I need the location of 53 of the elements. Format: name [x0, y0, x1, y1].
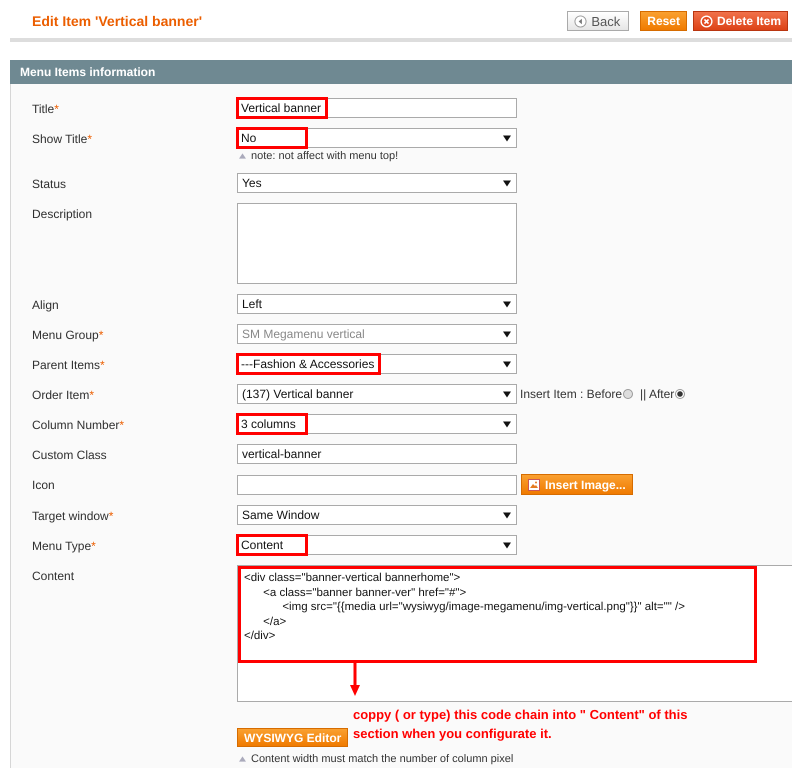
dropdown-arrow-icon	[503, 361, 511, 368]
dropdown-arrow-icon	[503, 180, 511, 187]
field-label: Parent Items*	[32, 358, 105, 372]
field-label: Icon	[32, 478, 55, 492]
field-label: Title*	[32, 102, 59, 116]
content-editor[interactable]: <div class="banner-vertical bannerhome"> <a class="banner banner-ver" href="#"> <img src="{{media url="wysiwyg/image-megamenu/img-vertical.png"}}" alt="" /> </a> </div>	[237, 565, 792, 702]
dropdown-arrow-icon	[503, 135, 511, 142]
radio-button[interactable]	[623, 389, 634, 399]
field-label: Menu Type*	[32, 539, 96, 553]
field-label: Status	[32, 177, 66, 191]
note-icon	[239, 153, 246, 159]
annotation-arrow	[349, 661, 361, 697]
textarea-field[interactable]	[237, 203, 517, 284]
dropdown-arrow-icon	[503, 512, 511, 519]
field-label: Custom Class	[32, 448, 107, 462]
dropdown-arrow-icon	[503, 421, 511, 428]
close-icon	[700, 14, 713, 28]
radio-label: Insert Item : Before	[520, 387, 622, 401]
note-icon	[239, 756, 246, 762]
select-field[interactable]: Left	[237, 294, 517, 314]
field-label: Menu Group*	[32, 328, 104, 342]
radio-label: || After	[640, 387, 674, 401]
select-field[interactable]: Same Window	[237, 505, 517, 525]
input-field[interactable]: vertical-banner	[237, 444, 517, 464]
select-field[interactable]: 3 columns	[237, 414, 517, 434]
field-label: Show Title*	[32, 132, 92, 146]
image-icon	[528, 478, 540, 490]
dropdown-arrow-icon	[503, 542, 511, 549]
section-header: Menu Items information	[10, 60, 792, 84]
field-label: Order Item*	[32, 388, 94, 402]
page-title: Edit Item 'Vertical banner'	[32, 13, 202, 29]
dropdown-arrow-icon	[503, 391, 511, 398]
annotation-text: coppy ( or type) this code chain into " Content" of this section when you configurate it.	[353, 706, 688, 743]
back-icon	[574, 14, 588, 28]
select-field[interactable]: Yes	[237, 173, 517, 193]
field-label: Description	[32, 207, 92, 221]
radio-button[interactable]	[675, 389, 686, 399]
field-note: Content width must match the number of column pixel	[251, 753, 514, 765]
header-button[interactable]: Delete Item	[692, 11, 788, 31]
field-label: Target window*	[32, 509, 114, 523]
dropdown-arrow-icon	[503, 331, 511, 338]
field-note: note: not affect with menu top!	[251, 150, 398, 162]
field-label: Align	[32, 298, 59, 312]
select-field[interactable]: (137) Vertical banner	[237, 384, 517, 404]
dropdown-arrow-icon	[503, 301, 511, 308]
field-label: Column Number*	[32, 418, 124, 432]
input-field[interactable]: Vertical banner	[237, 98, 517, 118]
select-field[interactable]: ---Fashion & Accessories	[237, 354, 517, 374]
select-field[interactable]: Content	[237, 535, 517, 555]
header-button[interactable]: Back	[567, 11, 630, 31]
select-field[interactable]: No	[237, 128, 517, 148]
field-label: Content	[32, 569, 74, 583]
input-field[interactable]	[237, 474, 517, 494]
